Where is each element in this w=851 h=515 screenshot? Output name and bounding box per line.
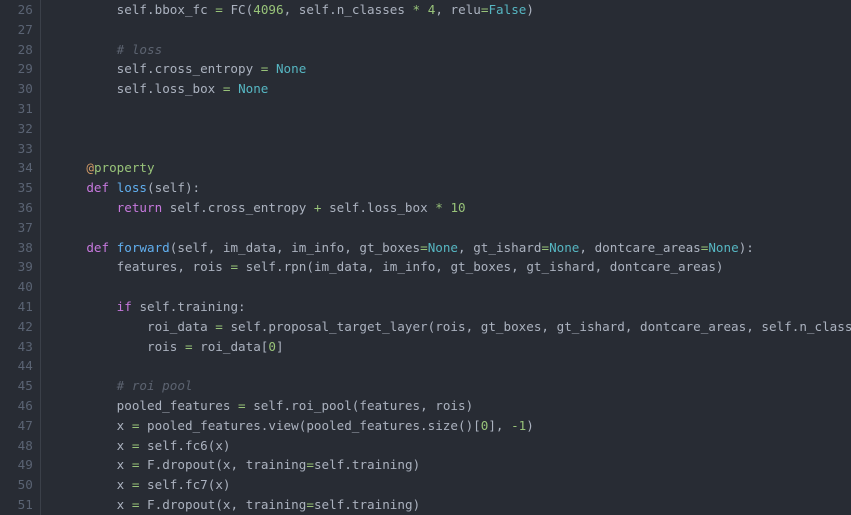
gutter-divider <box>40 356 41 377</box>
line-number: 43 <box>17 338 33 354</box>
line-number: 36 <box>17 199 33 215</box>
gutter-divider <box>40 277 41 297</box>
line-number: 26 <box>17 2 33 17</box>
line-number: 48 <box>17 437 33 453</box>
line-number: 34 <box>17 160 33 176</box>
code-line-text[interactable]: self.loss_box = None <box>41 79 851 99</box>
code-line[interactable]: 45 # roi pool <box>0 376 851 396</box>
code-line[interactable]: 40 <box>0 277 851 297</box>
code-line-text[interactable]: if self.training: <box>41 297 851 317</box>
code-line[interactable]: 46 pooled_features = self.roi_pool(featu… <box>0 395 851 416</box>
code-line[interactable]: 28 # loss <box>0 39 851 60</box>
code-line[interactable]: 31 <box>0 98 851 119</box>
code-line-text[interactable]: # loss <box>41 40 851 60</box>
gutter-divider <box>40 98 41 119</box>
code-line-text[interactable]: roi_data = self.proposal_target_layer(ro… <box>41 317 851 337</box>
code-line[interactable]: 47 x = pooled_features.view(pooled_featu… <box>0 415 851 436</box>
code-line[interactable]: 34 @property <box>0 158 851 179</box>
line-number: 31 <box>17 100 33 116</box>
gutter-divider <box>40 19 41 40</box>
code-line[interactable]: 48 x = self.fc6(x) <box>0 435 851 456</box>
code-line[interactable]: 41 if self.training: <box>0 296 851 317</box>
code-line-text[interactable]: rois = roi_data[0] <box>41 337 851 357</box>
line-number: 35 <box>17 180 33 196</box>
code-line-text[interactable]: features, rois = self.rpn(im_data, im_in… <box>41 257 851 277</box>
code-line-text[interactable]: self.bbox_fc = FC(4096, self.n_classes *… <box>41 0 851 20</box>
line-number: 46 <box>17 397 33 413</box>
line-number: 42 <box>17 318 33 334</box>
code-line-text[interactable]: pooled_features = self.roi_pool(features… <box>41 396 851 416</box>
code-line[interactable]: 50 x = self.fc7(x) <box>0 475 851 495</box>
code-line-text[interactable]: @property <box>41 158 851 178</box>
code-line[interactable]: 33 <box>0 138 851 159</box>
code-lines-container[interactable]: 26 self.bbox_fc = FC(4096, self.n_classe… <box>0 0 851 515</box>
line-number: 40 <box>17 279 33 295</box>
line-number: 41 <box>17 298 33 314</box>
code-line-text[interactable]: return self.cross_entropy + self.loss_bo… <box>41 198 851 218</box>
code-line[interactable]: 35 def loss(self): <box>0 178 851 198</box>
code-editor[interactable]: 26 self.bbox_fc = FC(4096, self.n_classe… <box>0 0 851 515</box>
line-number: 27 <box>17 21 33 37</box>
code-line[interactable]: 32 <box>0 118 851 139</box>
code-line[interactable]: 37 <box>0 217 851 238</box>
line-number: 33 <box>17 140 33 156</box>
code-line-text[interactable]: def loss(self): <box>41 178 851 198</box>
line-number: 29 <box>17 61 33 77</box>
gutter-divider <box>40 118 41 139</box>
code-line-text[interactable]: # roi pool <box>41 376 851 396</box>
code-line[interactable]: 49 x = F.dropout(x, training=self.traini… <box>0 455 851 476</box>
code-line-text[interactable]: x = pooled_features.view(pooled_features… <box>41 416 851 436</box>
code-line[interactable]: 29 self.cross_entropy = None <box>0 59 851 80</box>
code-line-text[interactable]: self.cross_entropy = None <box>41 59 851 79</box>
code-line[interactable]: 44 <box>0 356 851 377</box>
code-line[interactable]: 39 features, rois = self.rpn(im_data, im… <box>0 257 851 278</box>
code-line[interactable]: 27 <box>0 19 851 40</box>
gutter-divider <box>40 138 41 159</box>
line-number: 32 <box>17 120 33 136</box>
code-line-text[interactable]: def forward(self, im_data, im_info, gt_b… <box>41 238 851 258</box>
line-number: 44 <box>17 358 33 374</box>
line-number: 49 <box>17 457 33 473</box>
line-number: 50 <box>17 477 33 493</box>
line-number: 45 <box>17 378 33 394</box>
code-line-text[interactable]: x = F.dropout(x, training=self.training) <box>41 455 851 475</box>
line-number: 39 <box>17 259 33 275</box>
code-line[interactable]: 42 roi_data = self.proposal_target_layer… <box>0 316 851 337</box>
line-number: 47 <box>17 417 33 433</box>
line-number: 30 <box>17 81 33 97</box>
code-line-text[interactable]: x = self.fc6(x) <box>41 436 851 456</box>
code-line[interactable]: 36 return self.cross_entropy + self.loss… <box>0 197 851 218</box>
code-line[interactable]: 38 def forward(self, im_data, im_info, g… <box>0 237 851 258</box>
code-line-text[interactable]: x = self.fc7(x) <box>41 475 851 495</box>
gutter-divider <box>40 217 41 238</box>
line-number: 28 <box>17 41 33 57</box>
line-number: 38 <box>17 239 33 255</box>
code-line[interactable]: 30 self.loss_box = None <box>0 79 851 99</box>
code-line[interactable]: 26 self.bbox_fc = FC(4096, self.n_classe… <box>0 0 851 20</box>
line-number: 37 <box>17 219 33 235</box>
code-line[interactable]: 43 rois = roi_data[0] <box>0 336 851 357</box>
